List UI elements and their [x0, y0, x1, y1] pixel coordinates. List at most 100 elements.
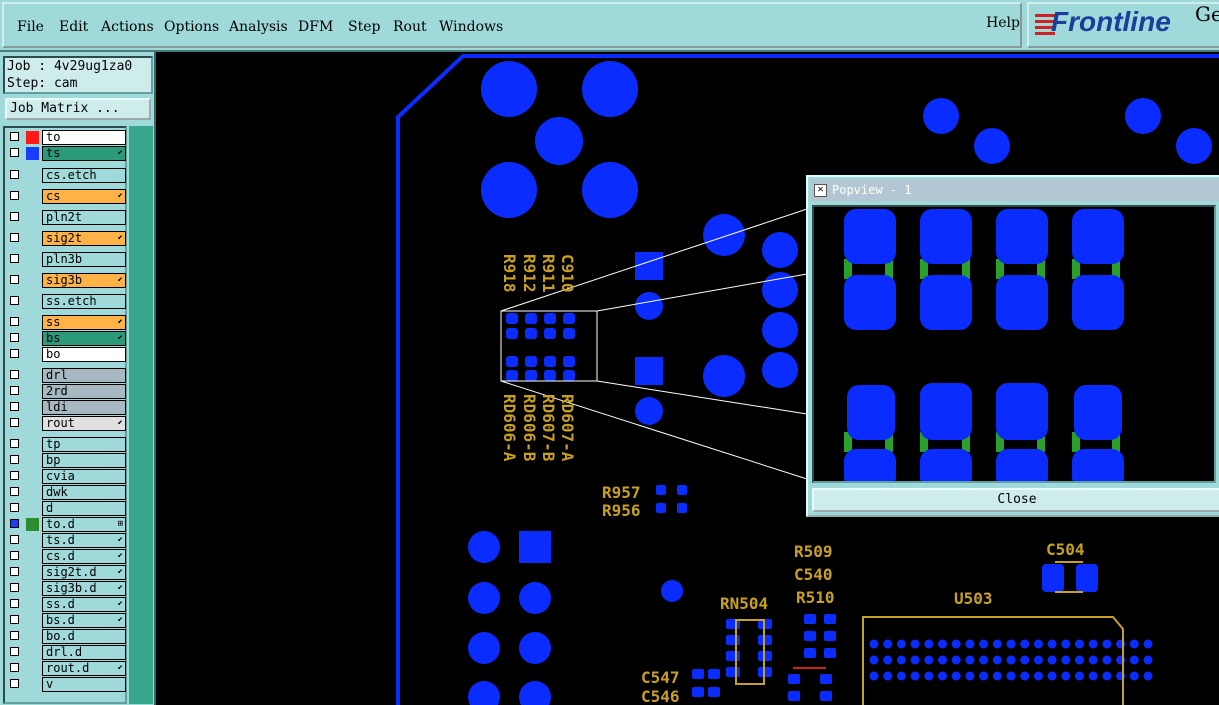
layer-checkbox[interactable] — [10, 487, 19, 496]
layer-row-rout-d[interactable]: rout.d ⬋ — [8, 661, 126, 676]
menu-windows[interactable]: Windows — [439, 19, 503, 35]
layer-checkbox[interactable] — [10, 631, 19, 640]
layer-row-ldi[interactable]: ldi — [8, 400, 126, 415]
layer-name[interactable]: bo — [42, 347, 126, 362]
layer-name[interactable]: ss.d ⬋ — [42, 597, 126, 612]
popview-titlebar[interactable]: ✕ Popview - 1 — [810, 179, 1219, 201]
layer-checkbox[interactable] — [10, 535, 19, 544]
menu-help[interactable]: Help — [986, 15, 1020, 31]
layer-checkbox[interactable] — [10, 519, 19, 528]
layer-row-ss-etch[interactable]: ss.etch — [8, 294, 126, 309]
menu-options[interactable]: Options — [164, 19, 219, 35]
layer-checkbox[interactable] — [10, 439, 19, 448]
close-icon[interactable]: ✕ — [814, 184, 827, 197]
layer-name[interactable]: ss.etch — [42, 294, 126, 309]
layer-checkbox[interactable] — [10, 296, 19, 305]
layer-checkbox[interactable] — [10, 402, 19, 411]
layer-checkbox[interactable] — [10, 132, 19, 141]
layer-row-pln3b[interactable]: pln3b — [8, 252, 126, 267]
layer-name[interactable]: rout ⬋ — [42, 416, 126, 431]
layer-name[interactable]: to.d ⊞ — [42, 517, 126, 532]
layer-name[interactable]: cs ⬋ — [42, 189, 126, 204]
menu-rout[interactable]: Rout — [393, 19, 427, 35]
layer-checkbox[interactable] — [10, 317, 19, 326]
layer-name[interactable]: drl — [42, 368, 126, 383]
layer-row-bo-d[interactable]: bo.d — [8, 629, 126, 644]
layer-list-scrollbar[interactable] — [129, 126, 153, 704]
layer-name[interactable]: to — [42, 130, 126, 145]
layer-name[interactable]: pln2t — [42, 210, 126, 225]
layer-checkbox[interactable] — [10, 386, 19, 395]
layer-name[interactable]: rout.d ⬋ — [42, 661, 126, 676]
layer-name[interactable]: ss ⬋ — [42, 315, 126, 330]
popview-canvas[interactable] — [812, 205, 1216, 483]
layer-checkbox[interactable] — [10, 254, 19, 263]
layer-row-bo[interactable]: bo — [8, 347, 126, 362]
layer-row-ss-d[interactable]: ss.d ⬋ — [8, 597, 126, 612]
layer-checkbox[interactable] — [10, 275, 19, 284]
layer-row-drl[interactable]: drl — [8, 368, 126, 383]
layer-row-ss[interactable]: ss ⬋ — [8, 315, 126, 330]
menu-dfm[interactable]: DFM — [298, 19, 333, 35]
layer-name[interactable]: sig2t.d ⬋ — [42, 565, 126, 580]
layer-checkbox[interactable] — [10, 170, 19, 179]
layer-checkbox[interactable] — [10, 647, 19, 656]
layer-name[interactable]: v — [42, 677, 126, 692]
layer-row-dwk[interactable]: dwk — [8, 485, 126, 500]
layer-row-sig3b[interactable]: sig3b ⬋ — [8, 273, 126, 288]
layer-checkbox[interactable] — [10, 503, 19, 512]
layer-checkbox[interactable] — [10, 679, 19, 688]
menu-step[interactable]: Step — [348, 19, 380, 35]
layer-row-sig2t[interactable]: sig2t ⬋ — [8, 231, 126, 246]
layer-checkbox[interactable] — [10, 233, 19, 242]
layer-checkbox[interactable] — [10, 471, 19, 480]
layer-row-bp[interactable]: bp — [8, 453, 126, 468]
layer-name[interactable]: bp — [42, 453, 126, 468]
layer-row-to[interactable]: to — [8, 130, 126, 145]
layer-checkbox[interactable] — [10, 599, 19, 608]
layer-name[interactable]: cs.d ⬋ — [42, 549, 126, 564]
popview-close-button[interactable]: Close — [812, 488, 1219, 512]
layer-row-to-d[interactable]: to.d ⊞ — [8, 517, 126, 532]
layer-name[interactable]: pln3b — [42, 252, 126, 267]
layer-checkbox[interactable] — [10, 551, 19, 560]
layer-row-sig3b-d[interactable]: sig3b.d ⬋ — [8, 581, 126, 596]
layer-checkbox[interactable] — [10, 333, 19, 342]
layer-name[interactable]: d — [42, 501, 126, 516]
layer-color-swatch[interactable] — [26, 518, 39, 531]
layer-row-2rd[interactable]: 2rd — [8, 384, 126, 399]
layer-name[interactable]: ts.d ⬋ — [42, 533, 126, 548]
layer-name[interactable]: sig3b.d ⬋ — [42, 581, 126, 596]
layer-checkbox[interactable] — [10, 212, 19, 221]
layer-row-pln2t[interactable]: pln2t — [8, 210, 126, 225]
layer-name[interactable]: drl.d — [42, 645, 126, 660]
layer-name[interactable]: tp — [42, 437, 126, 452]
layer-checkbox[interactable] — [10, 418, 19, 427]
menu-edit[interactable]: Edit — [59, 19, 88, 35]
layer-color-swatch[interactable] — [26, 147, 39, 160]
layer-row-cs-etch[interactable]: cs.etch — [8, 168, 126, 183]
layer-checkbox[interactable] — [10, 455, 19, 464]
layer-checkbox[interactable] — [10, 148, 19, 157]
layer-name[interactable]: sig2t ⬋ — [42, 231, 126, 246]
layer-row-bs[interactable]: bs ⬋ — [8, 331, 126, 346]
layer-name[interactable]: sig3b ⬋ — [42, 273, 126, 288]
layer-checkbox[interactable] — [10, 349, 19, 358]
layer-row-bs-d[interactable]: bs.d ⬋ — [8, 613, 126, 628]
layer-name[interactable]: bo.d — [42, 629, 126, 644]
layer-row-tp[interactable]: tp — [8, 437, 126, 452]
menu-analysis[interactable]: Analysis — [229, 19, 288, 35]
layer-row-cvia[interactable]: cvia — [8, 469, 126, 484]
layer-checkbox[interactable] — [10, 567, 19, 576]
layer-name[interactable]: bs.d ⬋ — [42, 613, 126, 628]
layer-name[interactable]: bs ⬋ — [42, 331, 126, 346]
layer-row-cs[interactable]: cs ⬋ — [8, 189, 126, 204]
layer-checkbox[interactable] — [10, 370, 19, 379]
menu-file[interactable]: File — [17, 19, 44, 35]
menu-actions[interactable]: Actions — [101, 19, 154, 35]
layer-row-drl-d[interactable]: drl.d — [8, 645, 126, 660]
layer-name[interactable]: ldi — [42, 400, 126, 415]
layer-name[interactable]: cs.etch — [42, 168, 126, 183]
layer-color-swatch[interactable] — [26, 131, 39, 144]
layer-row-sig2t-d[interactable]: sig2t.d ⬋ — [8, 565, 126, 580]
